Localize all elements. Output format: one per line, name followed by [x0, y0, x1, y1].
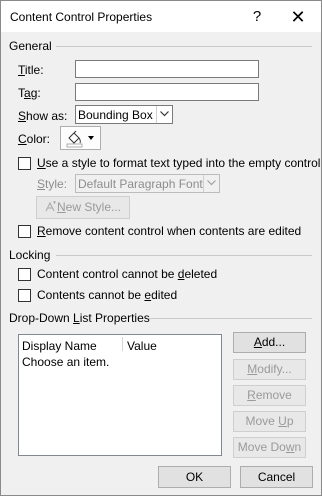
color-label: Color: — [18, 132, 51, 146]
remove-button[interactable]: Remove — [233, 385, 306, 406]
new-style-icon — [45, 201, 56, 212]
title-label: Title: — [18, 63, 44, 77]
cannot-edit-checkbox[interactable] — [18, 289, 31, 302]
style-value: Default Paragraph Font — [78, 177, 203, 191]
cannot-delete-label: Content control cannot be deleted — [37, 267, 218, 281]
column-header-display-name[interactable]: Display Name — [22, 339, 97, 353]
remove-when-edited-checkbox[interactable] — [18, 225, 31, 238]
add-button[interactable]: Add... — [233, 332, 306, 353]
move-up-button[interactable]: Move Up — [233, 411, 306, 432]
close-button[interactable]: ✕ — [286, 5, 310, 29]
general-heading: General — [9, 39, 52, 53]
ok-button[interactable]: OK — [158, 466, 231, 488]
use-style-checkbox[interactable] — [18, 157, 31, 170]
chevron-down-icon — [156, 106, 172, 123]
remove-when-edited-label: Remove content control when contents are… — [37, 224, 302, 238]
general-divider — [56, 46, 312, 47]
title-input[interactable] — [75, 60, 259, 78]
cannot-edit-label: Contents cannot be edited — [37, 288, 178, 302]
move-down-button[interactable]: Move Down — [233, 437, 306, 458]
style-select[interactable]: Default Paragraph Font — [75, 174, 220, 193]
tag-label: Tag: — [18, 86, 41, 100]
dropdown-heading: Drop-Down List Properties — [9, 311, 150, 325]
show-as-label: Show as: — [18, 109, 68, 123]
cancel-button[interactable]: Cancel — [240, 466, 313, 488]
locking-divider — [56, 255, 312, 256]
cannot-delete-checkbox[interactable] — [18, 268, 31, 281]
locking-heading: Locking — [9, 248, 51, 262]
style-label: Style: — [37, 177, 68, 191]
help-button[interactable]: ? — [245, 5, 269, 29]
tag-input[interactable] — [75, 83, 259, 101]
show-as-value: Bounding Box — [78, 108, 153, 122]
content-control-properties-dialog: Content Control Properties ? ✕ General T… — [0, 0, 322, 496]
dropdown-items-list[interactable]: Display Name Value Choose an item. — [18, 334, 222, 456]
dropdown-divider — [149, 318, 312, 319]
column-separator — [122, 337, 123, 351]
paint-bucket-icon — [66, 130, 94, 148]
color-picker-button[interactable] — [60, 126, 101, 150]
new-style-button[interactable]: New Style... — [36, 196, 130, 219]
modify-button[interactable]: Modify... — [233, 359, 306, 380]
show-as-select[interactable]: Bounding Box — [75, 105, 173, 124]
list-item[interactable]: Choose an item. — [22, 355, 109, 369]
use-style-label: Use a style to format text typed into th… — [37, 156, 321, 170]
chevron-down-icon — [203, 175, 219, 192]
window-title: Content Control Properties — [10, 10, 153, 24]
column-header-value[interactable]: Value — [127, 339, 157, 353]
title-bar: Content Control Properties ? ✕ — [1, 1, 321, 32]
